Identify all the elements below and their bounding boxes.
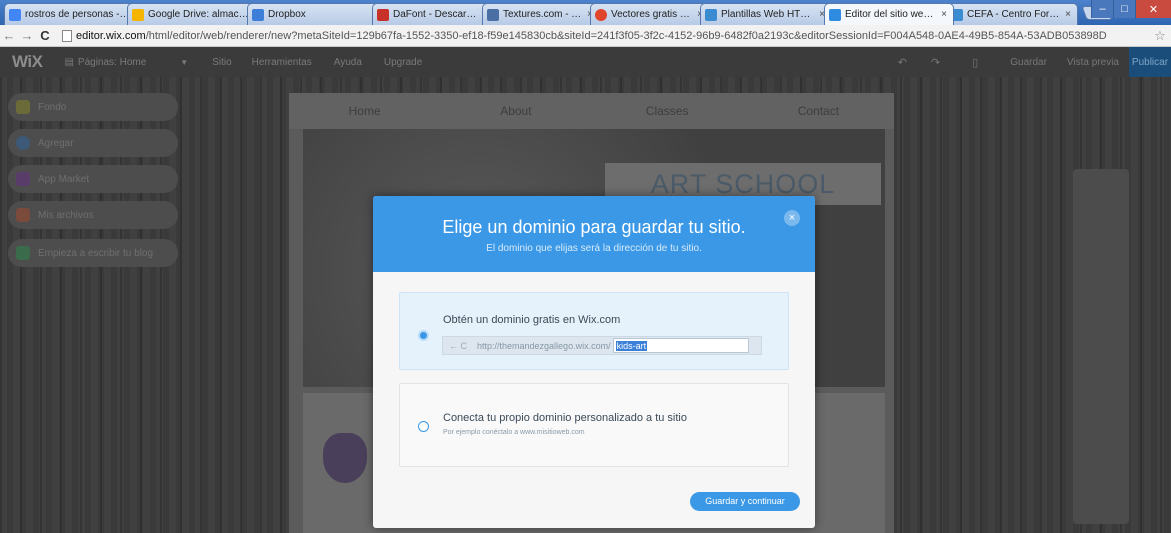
browser-tab[interactable]: Plantillas Web HTML de ×: [700, 3, 832, 25]
preview-button[interactable]: Vista previa: [1067, 57, 1119, 68]
add-icon: [16, 136, 30, 150]
browser-tab[interactable]: rostros de personas - Bus ×: [4, 3, 146, 25]
hand-print-image: [323, 433, 367, 483]
browser-tab[interactable]: Vectores gratis en Vector ×: [590, 3, 710, 25]
window-controls: – □ ✕: [1091, 0, 1171, 18]
vecteezy-favicon-icon: [595, 8, 607, 21]
back-button[interactable]: ←: [0, 28, 18, 43]
free-domain-prefix: http://themandezgallego.wix.com/: [477, 340, 611, 351]
background-icon: [16, 100, 30, 114]
free-domain-url-field: ← C http://themandezgallego.wix.com/ kid…: [442, 336, 762, 355]
url-nav-icon: ← C: [449, 340, 467, 351]
panel-add-button[interactable]: Agregar: [8, 129, 178, 157]
site-nav: Home About Classes Contact: [289, 93, 894, 129]
tab-close-icon[interactable]: ×: [1065, 9, 1071, 20]
undo-icon[interactable]: ↶: [898, 56, 907, 69]
publish-button[interactable]: Publicar: [1129, 47, 1171, 77]
window-close-button[interactable]: ✕: [1135, 0, 1171, 18]
save-button[interactable]: Guardar: [1010, 57, 1047, 68]
site-nav-classes[interactable]: Classes: [592, 104, 743, 118]
bookmark-star-icon[interactable]: ☆: [1149, 28, 1171, 44]
option-free-domain-label: Obtén un dominio gratis en Wix.com: [443, 314, 621, 326]
page-icon: [62, 29, 72, 42]
tab-close-icon[interactable]: ×: [941, 9, 947, 20]
dialog-header: Elige un dominio para guardar tu sitio. …: [373, 196, 815, 272]
textures-favicon-icon: [487, 8, 499, 21]
address-bar: ← → C editor.wix.com/html/editor/web/ren…: [0, 25, 1171, 47]
browser-tab[interactable]: Dropbox ×: [247, 3, 389, 25]
dialog-subtitle: El dominio que elijas será la dirección …: [486, 243, 702, 254]
url-field[interactable]: editor.wix.com/html/editor/web/renderer/…: [76, 30, 1149, 42]
mobile-view-icon[interactable]: ▯: [972, 56, 978, 69]
panel-background-button[interactable]: Fondo: [8, 93, 178, 121]
right-tools-panel: [1073, 169, 1129, 524]
site-name-value: kids-art: [615, 340, 648, 351]
save-and-continue-button[interactable]: Guardar y continuar: [690, 492, 800, 511]
wix-favicon-icon: [829, 8, 841, 21]
menu-upgrade[interactable]: Upgrade: [384, 57, 422, 68]
minimize-button[interactable]: –: [1091, 0, 1113, 18]
browser-tab[interactable]: DaFont - Descargar fuent ×: [372, 3, 494, 25]
redo-icon[interactable]: ↷: [931, 56, 940, 69]
panel-app-market-button[interactable]: App Market: [8, 165, 178, 193]
panel-button-label: Mis archivos: [38, 209, 94, 221]
drive-favicon-icon: [132, 8, 144, 21]
panel-button-label: App Market: [38, 173, 90, 185]
wix-top-actions: ↶ ↷ ▯ Guardar Vista previa Publicar: [886, 47, 1171, 77]
wix-top-bar: WiX ▤ Páginas: Home ▼ Sitio Herramientas…: [0, 47, 1171, 77]
blog-icon: [16, 246, 30, 260]
google-favicon-icon: [9, 8, 21, 21]
dafont-favicon-icon: [377, 8, 389, 21]
browser-tab[interactable]: Google Drive: almacenam ×: [127, 3, 265, 25]
menu-site[interactable]: Sitio: [212, 57, 231, 68]
option-custom-domain-hint: Por ejemplo conéctalo a www.misitioweb.c…: [443, 429, 585, 436]
site-nav-about[interactable]: About: [440, 104, 591, 118]
panel-blog-button[interactable]: Empieza a escribir tu blog: [8, 239, 178, 267]
site-name-input[interactable]: kids-art: [612, 338, 749, 353]
dropbox-favicon-icon: [252, 8, 264, 21]
radio-custom-domain[interactable]: [418, 421, 429, 432]
wix-logo: WiX: [12, 52, 43, 71]
panel-button-label: Agregar: [38, 137, 74, 149]
forward-button[interactable]: →: [18, 28, 36, 43]
dialog-close-icon[interactable]: ×: [784, 210, 800, 226]
files-icon: [16, 208, 30, 222]
panel-my-files-button[interactable]: Mis archivos: [8, 201, 178, 229]
maximize-button[interactable]: □: [1113, 0, 1135, 18]
browser-tab[interactable]: Textures.com - Textures f ×: [482, 3, 600, 25]
option-custom-domain-label: Conecta tu propio dominio personalizado …: [443, 412, 687, 424]
page-selector-label: Páginas: Home: [77, 56, 147, 68]
panel-button-label: Fondo: [38, 101, 67, 113]
option-custom-domain[interactable]: Conecta tu propio dominio personalizado …: [399, 383, 789, 467]
panel-button-label: Empieza a escribir tu blog: [38, 247, 154, 259]
site-nav-home[interactable]: Home: [289, 104, 440, 118]
domain-dialog: Elige un dominio para guardar tu sitio. …: [373, 196, 815, 528]
browser-tab[interactable]: CEFA - Centro Formativo ×: [946, 3, 1078, 25]
app-market-icon: [16, 172, 30, 186]
dialog-title: Elige un dominio para guardar tu sitio.: [442, 217, 746, 237]
page-icon: ▤: [64, 56, 74, 68]
chevron-down-icon: ▼: [180, 57, 189, 67]
browser-tab-active[interactable]: Editor del sitio web Wix ×: [824, 3, 954, 25]
url-host: editor.wix.com: [76, 29, 146, 42]
page-selector[interactable]: ▤ Páginas: Home ▼: [64, 57, 188, 68]
option-free-domain[interactable]: Obtén un dominio gratis en Wix.com ← C h…: [399, 292, 789, 370]
menu-help[interactable]: Ayuda: [334, 57, 362, 68]
browser-tab-strip: rostros de personas - Bus × Google Drive…: [0, 0, 1171, 25]
wix-favicon-icon: [705, 8, 717, 21]
menu-tools[interactable]: Herramientas: [252, 57, 312, 68]
url-path: /html/editor/web/renderer/new?metaSiteId…: [145, 29, 1107, 42]
radio-free-domain[interactable]: [418, 330, 429, 341]
site-nav-contact[interactable]: Contact: [743, 104, 894, 118]
reload-button[interactable]: C: [36, 28, 54, 43]
